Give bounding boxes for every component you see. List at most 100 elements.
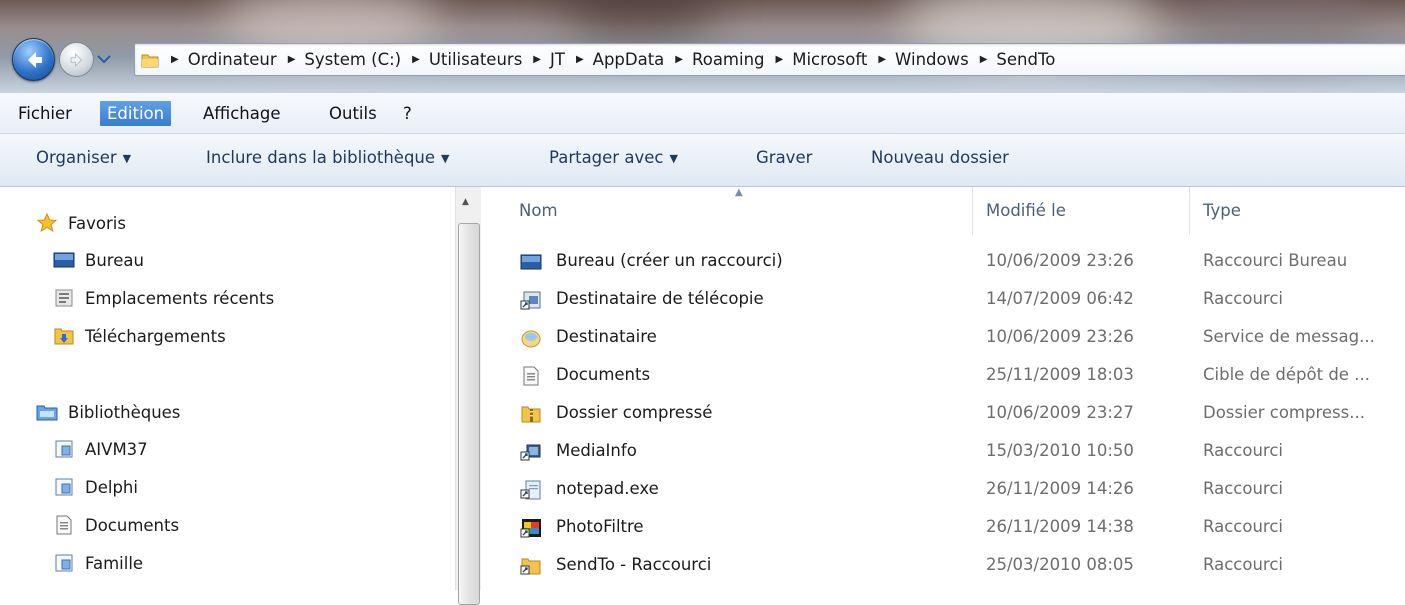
breadcrumb-utilisateurs[interactable]: Utilisateurs <box>429 50 522 69</box>
nav-item-label: Delphi <box>85 477 138 497</box>
chevron-right-icon[interactable]: ▶ <box>576 54 584 65</box>
file-name: Destinataire <box>556 327 657 346</box>
breadcrumb: ▶ Ordinateur ▶ System (C:) ▶ Utilisateur… <box>169 50 1055 69</box>
chevron-right-icon[interactable]: ▶ <box>878 54 886 65</box>
breadcrumb-ordinateur[interactable]: Ordinateur <box>188 50 277 69</box>
breadcrumb-system-c[interactable]: System (C:) <box>304 50 401 69</box>
address-bar[interactable]: ▶ Ordinateur ▶ System (C:) ▶ Utilisateur… <box>134 43 1405 76</box>
file-row[interactable]: Destinataire de télécopie 14/07/2009 06:… <box>481 281 1405 319</box>
menu-help[interactable]: ? <box>396 101 419 126</box>
file-row[interactable]: MediaInfo 15/03/2010 10:50 Raccourci <box>481 433 1405 471</box>
file-name: Documents <box>556 365 651 384</box>
arrow-right-icon <box>70 52 82 67</box>
file-name: SendTo - Raccourci <box>556 555 712 574</box>
file-modified: 10/06/2009 23:26 <box>986 327 1134 346</box>
recent-pages-chevron-icon[interactable] <box>97 54 111 64</box>
file-row[interactable]: Destinataire 10/06/2009 23:26 Service de… <box>481 319 1405 357</box>
notepad-icon <box>520 480 541 500</box>
file-modified: 26/11/2009 14:38 <box>986 517 1134 536</box>
nav-item-downloads[interactable]: Téléchargements <box>53 326 226 346</box>
arrow-left-icon <box>27 51 42 68</box>
file-modified: 10/06/2009 23:26 <box>986 251 1134 270</box>
file-row[interactable]: SendTo - Raccourci 25/03/2010 08:05 Racc… <box>481 547 1405 585</box>
chevron-right-icon[interactable]: ▶ <box>288 54 296 65</box>
include-library-button[interactable]: Inclure dans la bibliothèque ▼ <box>206 148 450 167</box>
file-type: Raccourci <box>1203 517 1283 536</box>
nav-item-documents[interactable]: Documents <box>53 515 179 535</box>
organize-label: Organiser <box>36 148 117 167</box>
scroll-up-arrow-icon[interactable]: ▲ <box>462 197 469 207</box>
menu-outils[interactable]: Outils <box>322 101 384 126</box>
breadcrumb-jt[interactable]: JT <box>550 50 565 69</box>
breadcrumb-microsoft[interactable]: Microsoft <box>792 50 867 69</box>
file-row[interactable]: Dossier compressé 10/06/2009 23:27 Dossi… <box>481 395 1405 433</box>
dropdown-arrow-icon: ▼ <box>441 152 450 165</box>
file-name: PhotoFiltre <box>556 517 644 536</box>
nav-item-label: Téléchargements <box>85 326 226 346</box>
file-name: Dossier compressé <box>556 403 713 422</box>
chevron-right-icon[interactable]: ▶ <box>980 54 988 65</box>
nav-item-label: Bureau <box>85 250 144 270</box>
chevron-right-icon[interactable]: ▶ <box>675 54 683 65</box>
library-icon <box>55 478 73 496</box>
photofiltre-icon <box>520 519 541 538</box>
star-icon <box>36 213 58 233</box>
zip-folder-icon <box>521 406 541 423</box>
file-list: ▲ Nom Modifié le Type Bureau (créer un r… <box>481 187 1405 590</box>
library-icon <box>55 440 73 458</box>
downloads-folder-icon <box>54 328 74 345</box>
libraries-icon <box>36 405 58 421</box>
column-divider[interactable] <box>1189 187 1190 235</box>
new-folder-button[interactable]: Nouveau dossier <box>871 148 1009 167</box>
document-icon <box>523 366 539 386</box>
file-row[interactable]: PhotoFiltre 26/11/2009 14:38 Raccourci <box>481 509 1405 547</box>
menu-fichier[interactable]: Fichier <box>11 101 79 126</box>
forward-button[interactable] <box>59 42 94 77</box>
column-header-type[interactable]: Type <box>1203 201 1241 220</box>
file-modified: 25/03/2010 08:05 <box>986 555 1134 574</box>
organize-button[interactable]: Organiser ▼ <box>36 148 131 167</box>
column-header-name[interactable]: Nom <box>519 201 558 220</box>
scrollbar-thumb[interactable] <box>458 223 480 605</box>
breadcrumb-sendto[interactable]: SendTo <box>996 50 1055 69</box>
column-divider[interactable] <box>972 187 973 235</box>
nav-item-aivm37[interactable]: AIVM37 <box>53 439 148 459</box>
file-row[interactable]: notepad.exe 26/11/2009 14:26 Raccourci <box>481 471 1405 509</box>
navigation-bar: ▶ Ordinateur ▶ System (C:) ▶ Utilisateur… <box>0 28 1405 93</box>
nav-favorites-label: Favoris <box>68 213 126 233</box>
nav-item-recent-places[interactable]: Emplacements récents <box>53 288 274 308</box>
menu-affichage[interactable]: Affichage <box>196 101 288 126</box>
breadcrumb-windows[interactable]: Windows <box>895 50 969 69</box>
file-name: Destinataire de télécopie <box>556 289 764 308</box>
file-row[interactable]: Bureau (créer un raccourci) 10/06/2009 2… <box>481 243 1405 281</box>
nav-item-label: Emplacements récents <box>85 288 275 308</box>
nav-favorites-header[interactable]: Favoris <box>36 213 126 233</box>
navigation-scrollbar[interactable]: ▲ <box>455 187 482 605</box>
nav-libraries-header[interactable]: Bibliothèques <box>36 402 180 422</box>
file-type: Raccourci <box>1203 441 1283 460</box>
breadcrumb-appdata[interactable]: AppData <box>593 50 665 69</box>
chevron-right-icon[interactable]: ▶ <box>171 54 179 65</box>
breadcrumb-roaming[interactable]: Roaming <box>692 50 765 69</box>
dropdown-arrow-icon: ▼ <box>122 152 132 165</box>
file-modified: 14/07/2009 06:42 <box>986 289 1134 308</box>
menu-bar: Fichier Edition Affichage Outils ? <box>0 93 1405 134</box>
chevron-right-icon[interactable]: ▶ <box>776 54 784 65</box>
menu-edition[interactable]: Edition <box>100 101 172 126</box>
file-type: Dossier compress... <box>1203 403 1365 422</box>
file-name: Bureau (créer un raccourci) <box>556 251 783 270</box>
dropdown-arrow-icon: ▼ <box>669 152 678 165</box>
back-button[interactable] <box>12 38 55 81</box>
fax-icon <box>520 291 541 310</box>
file-row[interactable]: Documents 25/11/2009 18:03 Cible de dépô… <box>481 357 1405 395</box>
share-with-button[interactable]: Partager avec ▼ <box>549 148 678 167</box>
nav-item-bureau[interactable]: Bureau <box>53 250 144 270</box>
chevron-right-icon[interactable]: ▶ <box>412 54 420 65</box>
nav-item-famille[interactable]: Famille <box>53 553 143 573</box>
column-header-modified[interactable]: Modifié le <box>986 201 1066 220</box>
nav-item-delphi[interactable]: Delphi <box>53 477 138 497</box>
file-name: notepad.exe <box>556 479 659 498</box>
command-bar: Organiser ▼ Inclure dans la bibliothèque ▼… <box>0 134 1405 187</box>
chevron-right-icon[interactable]: ▶ <box>533 54 541 65</box>
burn-button[interactable]: Graver <box>756 148 812 167</box>
